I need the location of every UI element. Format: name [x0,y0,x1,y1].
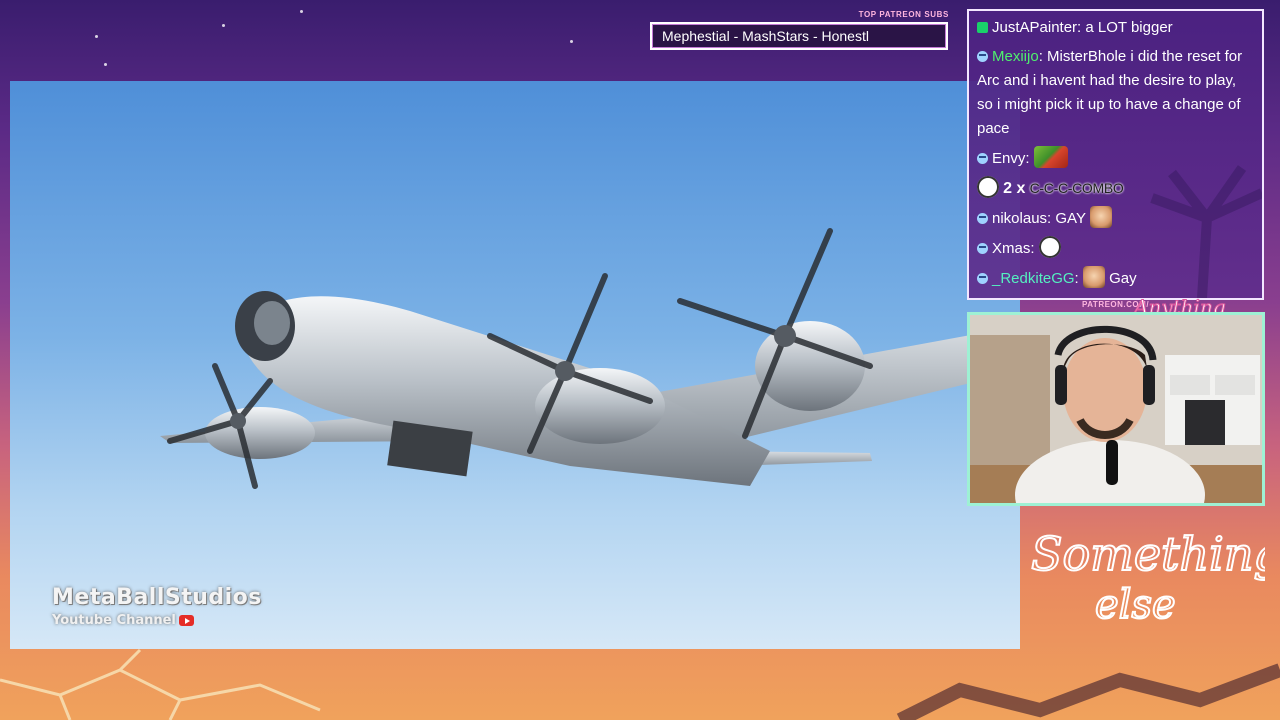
troll-face-emote-icon [977,176,999,198]
ticker-text: Mephestial - MashStars - Honestl [662,28,869,44]
combo-message: 2 x C-C-C-COMBO [977,176,1254,201]
patreon-subs-label: TOP PATREON SUBS [858,10,949,19]
face-emote-icon [1089,206,1112,228]
chat-text: a LOT bigger [1085,19,1173,36]
something-else-brand-logo: Something else [1030,526,1265,629]
star-decoration [104,63,107,66]
chat-panel[interactable]: JustAPainter: a LOT bigger Mexiijo: Mist… [967,9,1264,300]
chat-message: Envy: [977,146,1254,171]
sub-badge-icon [977,51,988,62]
chat-text: Gay [1109,270,1137,287]
mod-badge-icon [977,22,988,33]
chat-message: Xmas: [977,236,1254,261]
chat-username[interactable]: Envy [992,150,1025,167]
watermark-subtitle-text: Youtube Channel [52,613,176,628]
patreon-subs-ticker: Mephestial - MashStars - Honestl [650,22,948,50]
chat-username[interactable]: JustAPainter [992,19,1077,36]
webcam-feed [967,312,1265,506]
troll-face-emote-icon [1038,236,1061,258]
chat-message: _RedkiteGG: Gay [977,266,1254,291]
chat-username[interactable]: nikolaus [992,210,1047,227]
chat-username[interactable]: _RedkiteGG [992,270,1075,287]
chat-message: JustAPainter: a LOT bigger [977,16,1254,40]
b29-bomber-aircraft-image [160,228,1020,489]
chat-text: GAY [1055,210,1086,227]
sub-badge-icon [977,243,988,254]
chat-username[interactable]: Mexiijo [992,48,1039,65]
chat-username[interactable]: Xmas [992,240,1030,257]
brand-line-2: else [1095,582,1176,628]
sub-badge-icon [977,273,988,284]
combo-count: 2 x [1003,180,1026,197]
star-decoration [222,24,225,27]
cracked-ground-decoration [0,648,1280,720]
star-decoration [570,40,573,43]
combo-text: C-C-C-COMBO [1029,180,1124,196]
sub-badge-icon [977,153,988,164]
star-decoration [95,35,98,38]
face-emote-icon [1082,266,1105,288]
watermark-subtitle: Youtube Channel [52,613,194,628]
streamer-webcam-image [970,315,1262,503]
chat-message: Mexiijo: MisterBhole i did the reset for… [977,48,1243,137]
channel-watermark: MetaBallStudios Youtube Channel [52,585,262,629]
watermark-title: MetaBallStudios [52,585,262,610]
sub-badge-icon [977,213,988,224]
chat-message: nikolaus: GAY [977,206,1254,231]
youtube-icon [178,615,194,626]
brand-line-1: Something [1031,527,1265,581]
star-decoration [300,10,303,13]
emote-icon [1033,146,1068,168]
video-player[interactable]: MetaBallStudios Youtube Channel [10,81,1020,649]
